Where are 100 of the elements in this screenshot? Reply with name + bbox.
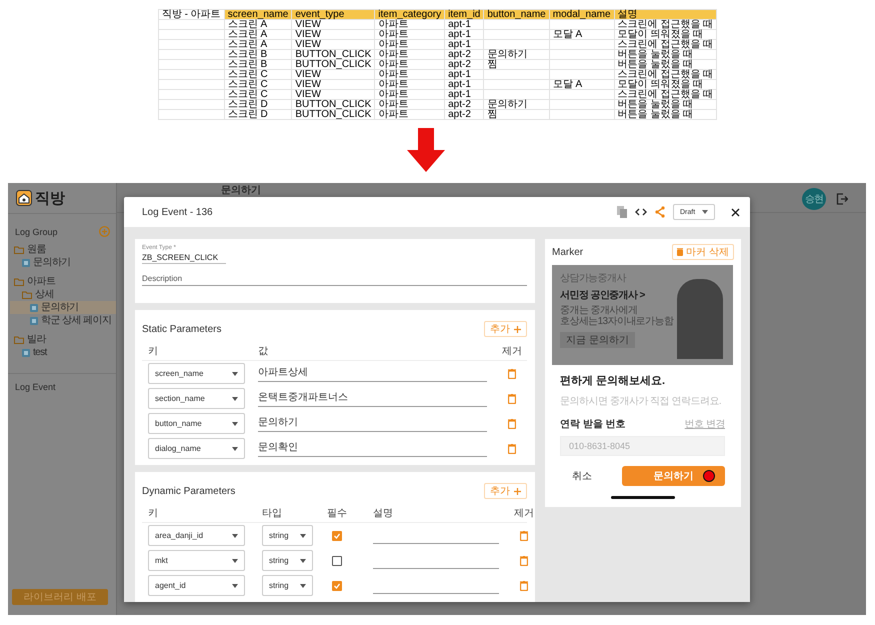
table-cell: BUTTON_CLICK — [292, 50, 375, 60]
description-field[interactable]: Description — [142, 274, 527, 286]
key-select[interactable]: dialog_name — [148, 438, 245, 459]
column-header: item_id — [444, 10, 484, 20]
checkbox[interactable] — [332, 556, 342, 566]
code-icon[interactable] — [635, 208, 647, 216]
value-field[interactable]: 문의확인 — [258, 440, 487, 456]
table-cell: 버튼을 눌렀을 때 — [614, 110, 717, 120]
table-cell: 스크린 C — [224, 70, 292, 80]
column-header: 제거 — [501, 345, 523, 358]
caret-icon — [300, 534, 306, 538]
table-cell: VIEW — [292, 80, 375, 90]
table-cell: BUTTON_CLICK — [292, 100, 375, 110]
key-select[interactable]: area_danji_id — [148, 525, 245, 546]
table-cell: 아파트 — [374, 60, 445, 70]
table-cell: 모달이 띄워졌을 때 — [614, 30, 717, 40]
tree-item[interactable]: test — [10, 346, 116, 359]
checkbox[interactable] — [332, 530, 342, 540]
key-select[interactable]: agent_id — [148, 575, 245, 596]
dialog-subtext: 문의하시면 중개사가 직접 연락드려요. — [560, 395, 722, 408]
add-button[interactable]: 추가 — [484, 483, 527, 499]
table-cell: 스크린 D — [224, 110, 292, 120]
table-cell: 버튼을 눌렀을 때 — [614, 60, 717, 70]
table-cell: 아파트 — [374, 90, 445, 100]
caret-icon — [300, 584, 306, 588]
key-select[interactable]: mkt — [148, 550, 245, 571]
table-cell: 아파트 — [374, 110, 445, 120]
table-cell: apt-1 — [444, 20, 484, 30]
key-select[interactable]: button_name — [148, 413, 245, 434]
value-field[interactable]: 온택트중개파트너스 — [258, 390, 487, 406]
folder-item[interactable]: 아파트 — [10, 275, 116, 288]
trash-icon[interactable] — [508, 368, 516, 378]
value-field[interactable]: 문의하기 — [258, 416, 487, 432]
trash-icon[interactable] — [508, 418, 516, 428]
trash-icon[interactable] — [520, 556, 528, 566]
column-header: screen_name — [224, 10, 292, 20]
tree-item[interactable]: 학군 상세 페이지 — [10, 314, 116, 327]
type-select[interactable]: string — [262, 525, 313, 546]
table-cell: 스크린에 접근했을 때 — [614, 90, 717, 100]
trash-icon[interactable] — [508, 444, 516, 454]
caret-icon — [232, 584, 238, 588]
caret-icon — [232, 396, 238, 400]
table-cell: 모달이 띄워졌을 때 — [614, 80, 717, 90]
table-cell: 스크린 A — [224, 40, 292, 50]
value-field[interactable]: 아파트상세 — [258, 366, 487, 382]
share-icon[interactable] — [655, 206, 665, 218]
caret-icon — [300, 558, 306, 562]
cancel-button[interactable]: 취소 — [560, 469, 600, 483]
table-cell: apt-1 — [444, 80, 484, 90]
agent-link[interactable]: 서민정 공인중개사 > — [560, 288, 645, 302]
table-cell: 아파트 — [374, 40, 445, 50]
delete-marker-button[interactable]: 마커 삭제 — [672, 244, 734, 260]
column-header: modal_name — [549, 10, 614, 20]
table-cell: 아파트 — [374, 100, 445, 110]
table-cell: BUTTON_CLICK — [292, 60, 375, 70]
table-cell: apt-2 — [444, 60, 484, 70]
phone-number-field[interactable]: 010-8631-8045 — [560, 436, 725, 456]
breadcrumb-item[interactable]: 문의하기 — [221, 185, 261, 196]
folder-item[interactable]: 빌라 — [10, 333, 116, 346]
key-select[interactable]: screen_name — [148, 363, 245, 384]
type-select[interactable]: string — [262, 550, 313, 571]
user-avatar[interactable]: 승현 — [802, 188, 826, 210]
tree-item[interactable]: 문의하기 — [10, 301, 116, 314]
house-logo-icon — [16, 190, 32, 206]
submit-button[interactable]: 문의하기 — [622, 466, 725, 486]
plus-icon — [514, 326, 521, 332]
trash-icon[interactable] — [520, 530, 528, 540]
section-title: Static Parameters — [142, 324, 222, 334]
table-cell: apt-2 — [444, 110, 484, 120]
logout-icon[interactable] — [836, 193, 848, 205]
log-event-link[interactable]: Log Event — [8, 374, 116, 400]
folder-item[interactable]: 상세 — [10, 288, 116, 301]
caret-icon — [232, 446, 238, 450]
table-cell: 스크린 C — [224, 80, 292, 90]
column-header: 직방 - 아파트 — [158, 10, 224, 20]
file-square-icon — [22, 258, 30, 266]
caret-icon — [232, 422, 238, 426]
folder-item[interactable]: 원룸 — [10, 243, 116, 256]
table-cell: 아파트 — [374, 20, 445, 30]
add-button[interactable]: 추가 — [484, 321, 527, 337]
trash-icon[interactable] — [520, 580, 528, 590]
table-cell: 스크린에 접근했을 때 — [614, 70, 717, 80]
table-cell: VIEW — [292, 20, 375, 30]
table-cell: 버튼을 눌렀을 때 — [614, 50, 717, 60]
tree-item[interactable]: 문의하기 — [10, 256, 116, 269]
type-select[interactable]: string — [262, 575, 313, 596]
table-cell: 모달 A — [549, 80, 614, 90]
table-cell: 스크린 D — [224, 100, 292, 110]
copy-icon[interactable] — [617, 206, 627, 218]
column-header: event_type — [292, 10, 375, 20]
table-cell: apt-2 — [444, 100, 484, 110]
close-icon[interactable] — [731, 208, 740, 216]
home-indicator — [610, 496, 674, 499]
table-cell: 문의하기 — [484, 50, 550, 60]
column-header: 필수 — [326, 507, 348, 520]
table-cell: 스크린 A — [224, 20, 292, 30]
checkbox[interactable] — [332, 580, 342, 590]
key-select[interactable]: section_name — [148, 388, 245, 409]
inquire-now-button[interactable]: 지금 문의하기 — [560, 332, 635, 348]
trash-icon[interactable] — [508, 394, 516, 404]
